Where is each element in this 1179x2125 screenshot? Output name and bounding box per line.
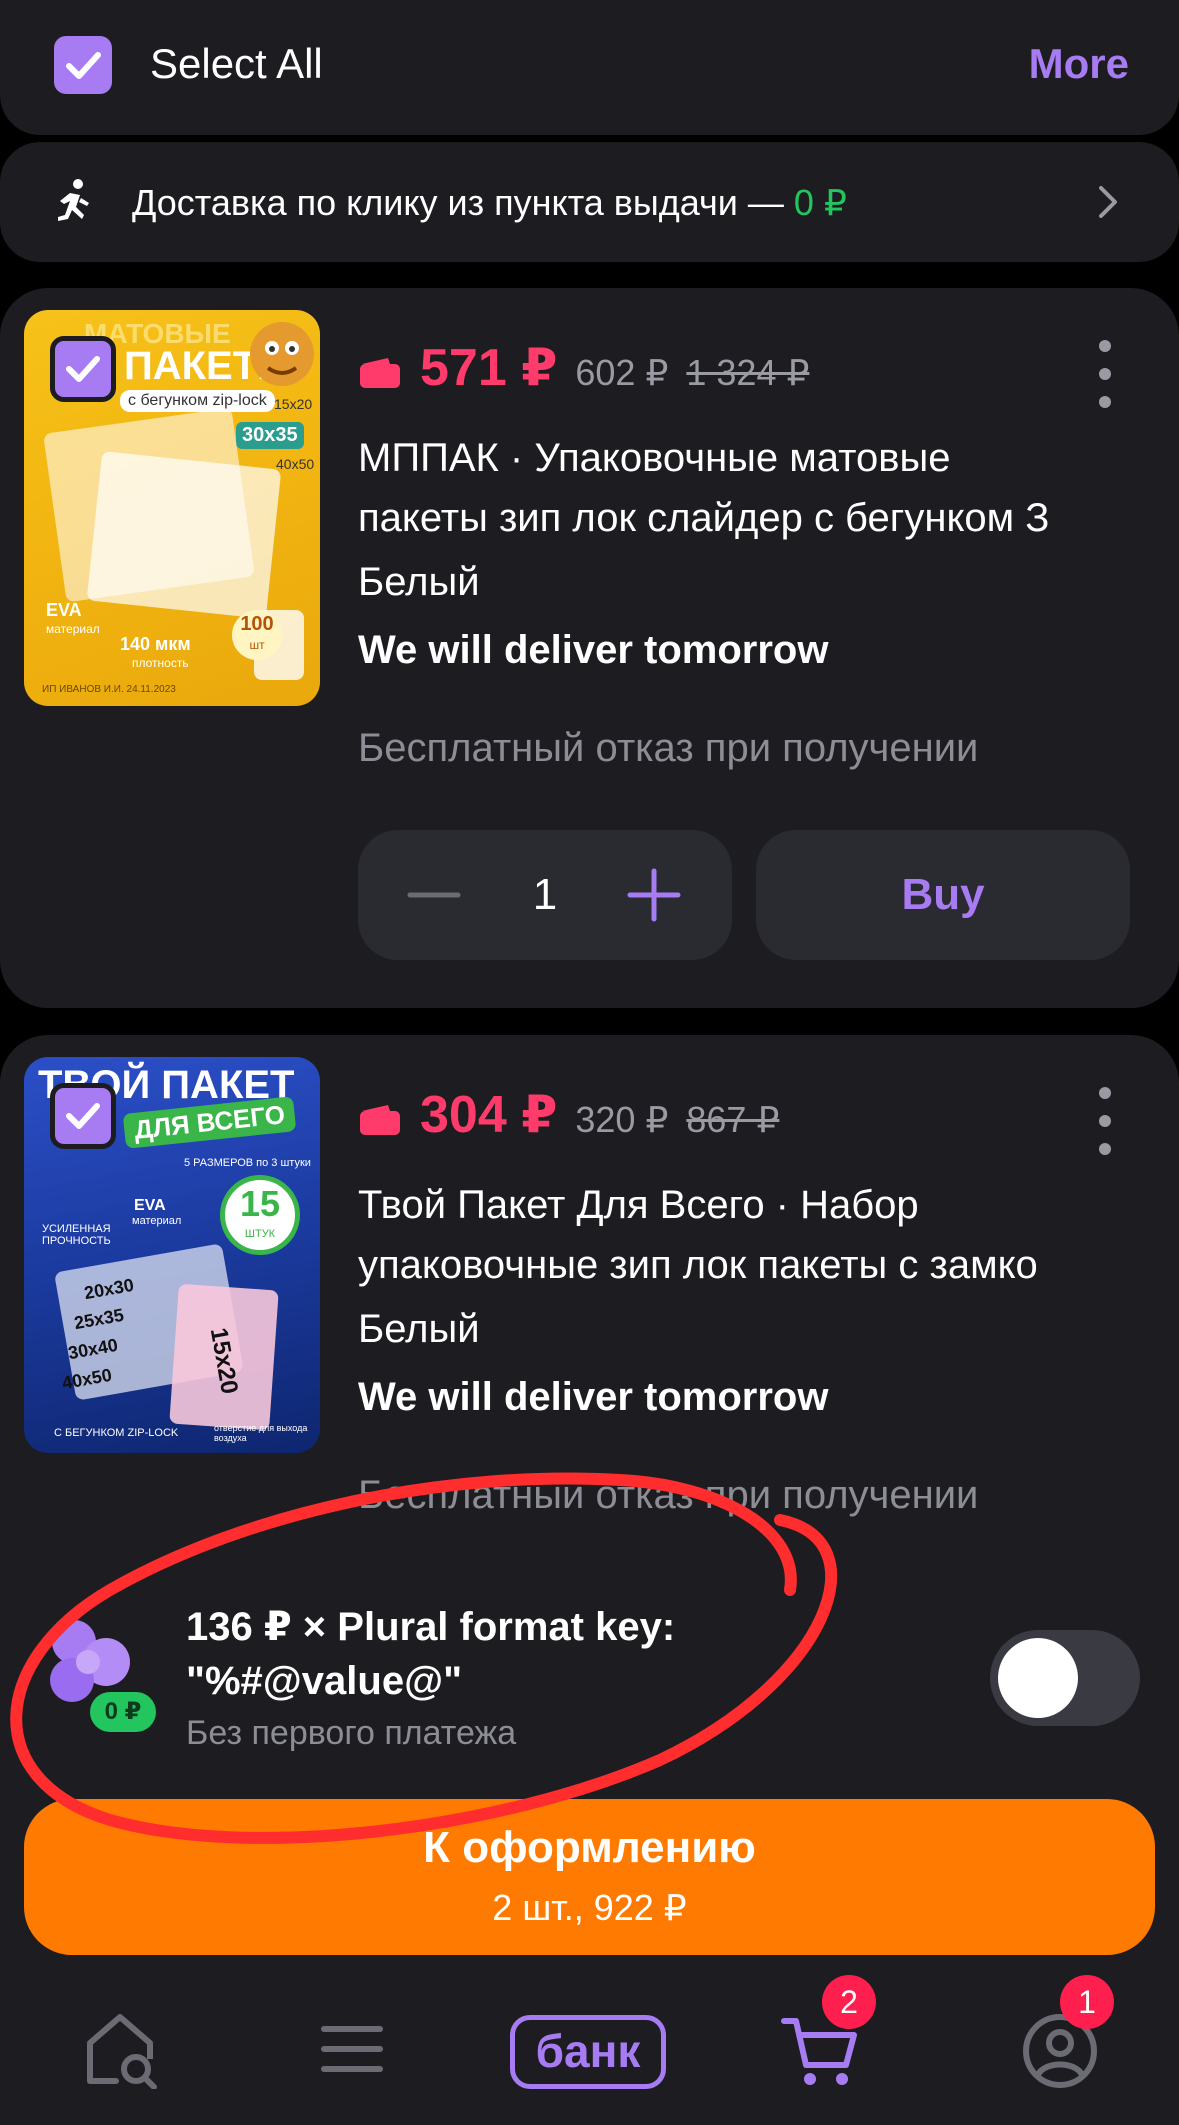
buy-button[interactable]: Buy [756, 830, 1130, 960]
checkmark-icon [66, 356, 100, 382]
select-all-bar: Select All More [0, 0, 1179, 135]
image-text-line: плотность [132, 656, 189, 670]
delivery-date: We will deliver tomorrow [358, 628, 829, 672]
profile-badge: 1 [1060, 1975, 1114, 2029]
delivery-banner[interactable]: Доставка по клику из пункта выдачи — 0 ₽ [0, 142, 1179, 262]
count-unit: шт [249, 638, 265, 652]
image-text-line: материал [46, 622, 100, 636]
installment-line: 136 ₽ × Plural format key: [186, 1605, 676, 1649]
more-button[interactable]: More [1029, 40, 1129, 88]
current-price: 304 ₽ [420, 1086, 558, 1144]
product-image[interactable]: МАТОВЫЕ ПАКЕТЫ с бегунком zip-lock 15x20… [24, 310, 320, 706]
product-color: Белый [358, 1307, 480, 1351]
product-title-line: МППАК · Упаковочные матовые [358, 436, 951, 480]
select-all-label[interactable]: Select All [150, 40, 323, 88]
menu-icon[interactable] [302, 2009, 402, 2089]
bag-graphic [86, 451, 282, 619]
delivery-price: 0 ₽ [793, 182, 847, 223]
image-text-line: EVA [46, 600, 82, 620]
image-text-line: ИП ИВАНОВ И.И. 24.11.2023 [42, 684, 176, 695]
count-unit: ШТУК [244, 1228, 276, 1240]
checkout-title: К оформлению [423, 1823, 756, 1872]
chevron-right-icon [1099, 186, 1117, 218]
plus-icon[interactable] [626, 830, 682, 960]
more-options-icon[interactable] [1097, 1085, 1113, 1157]
checkmark-icon [66, 52, 101, 79]
installment-title: 136 ₽ × Plural format key: "%#@value@" [186, 1600, 786, 1708]
product-title-line: упаковочные зип лок пакеты с замко [358, 1243, 1038, 1287]
wallet-icon [360, 358, 400, 388]
return-policy: Бесплатный отказ при получении [358, 726, 979, 770]
price-row: 304 ₽ 320 ₽ 867 ₽ [358, 1085, 779, 1155]
image-text-line: 15x20 [274, 396, 313, 412]
count-badge: 15 ШТУК [220, 1175, 300, 1255]
image-text-line: 5 РАЗМЕРОВ по 3 штуки [184, 1157, 311, 1169]
delivery-text: Доставка по клику из пункта выдачи — 0 ₽ [132, 182, 847, 224]
image-text-line: УСИЛЕННАЯ ПРОЧНОСТЬ [42, 1223, 111, 1247]
home-search-icon[interactable] [70, 2009, 170, 2089]
product-color: Белый [358, 560, 480, 604]
installment-badge: 0 ₽ [90, 1692, 156, 1732]
product-checkbox[interactable] [50, 336, 116, 402]
bank-tab[interactable]: банк [510, 2015, 666, 2089]
installment-line: "%#@value@" [186, 1659, 463, 1703]
return-policy: Бесплатный отказ при получении [358, 1473, 979, 1517]
current-price: 571 ₽ [420, 339, 558, 397]
character-graphic [250, 322, 314, 386]
price-row: 571 ₽ 602 ₽ 1 324 ₽ [358, 338, 809, 408]
product-checkbox[interactable] [50, 1083, 116, 1149]
delivery-date: We will deliver tomorrow [358, 1375, 829, 1419]
product-title-line: Твой Пакет Для Всего · Набор [358, 1183, 919, 1227]
image-text-line: материал [132, 1215, 182, 1227]
product-title[interactable]: Твой Пакет Для Всего · Набор упаковочные… [358, 1175, 1138, 1295]
wallet-icon [360, 1105, 400, 1135]
image-text-line: с бегунком zip-lock [120, 390, 275, 412]
intermediate-price: 320 ₽ [575, 1099, 669, 1140]
image-text-line: 140 мкм [120, 634, 191, 654]
quantity-stepper: 1 [358, 830, 732, 960]
product-image[interactable]: ТВОЙ ПАКЕТ ДЛЯ ВСЕГО 5 РАЗМЕРОВ по 3 шту… [24, 1057, 320, 1453]
image-text-line: EVA [134, 1197, 166, 1214]
image-text-line: 30x35 [236, 422, 304, 449]
cart-badge: 2 [822, 1975, 876, 2029]
runner-icon [58, 179, 89, 221]
installment-toggle[interactable] [990, 1630, 1140, 1726]
intermediate-price: 602 ₽ [575, 352, 669, 393]
image-text-line: С БЕГУНКОМ ZIP-LOCK [54, 1427, 179, 1439]
image-text-line: 40x50 [276, 456, 315, 472]
count-value: 100 [240, 613, 274, 635]
checkout-summary: 2 шт., 922 ₽ [492, 1887, 687, 1928]
more-options-icon[interactable] [1097, 338, 1113, 410]
product-title-line: пакеты зип лок слайдер с бегунком З [358, 496, 1050, 540]
checkout-button[interactable]: К оформлению 2 шт., 922 ₽ [24, 1799, 1155, 1955]
product-title[interactable]: МППАК · Упаковочные матовые пакеты зип л… [358, 428, 1138, 548]
toggle-knob [998, 1638, 1078, 1718]
product-card[interactable]: МАТОВЫЕ ПАКЕТЫ с бегунком zip-lock 15x20… [0, 288, 1179, 1008]
count-value: 15 [239, 1183, 281, 1224]
installment-subtitle: Без первого платежа [186, 1714, 517, 1752]
minus-icon[interactable] [406, 830, 462, 960]
old-price: 867 ₽ [686, 1099, 780, 1140]
bottom-nav: банк 2 1 [0, 1975, 1179, 2125]
image-text-line: отверстие для выхода воздуха [214, 1423, 308, 1443]
delivery-description: Доставка по клику из пункта выдачи — [132, 182, 784, 223]
old-price: 1 324 ₽ [686, 352, 810, 393]
select-all-checkbox[interactable] [54, 36, 112, 94]
quantity-value: 1 [532, 870, 558, 919]
count-badge: 100 шт [232, 610, 282, 660]
checkmark-icon [66, 1103, 100, 1129]
